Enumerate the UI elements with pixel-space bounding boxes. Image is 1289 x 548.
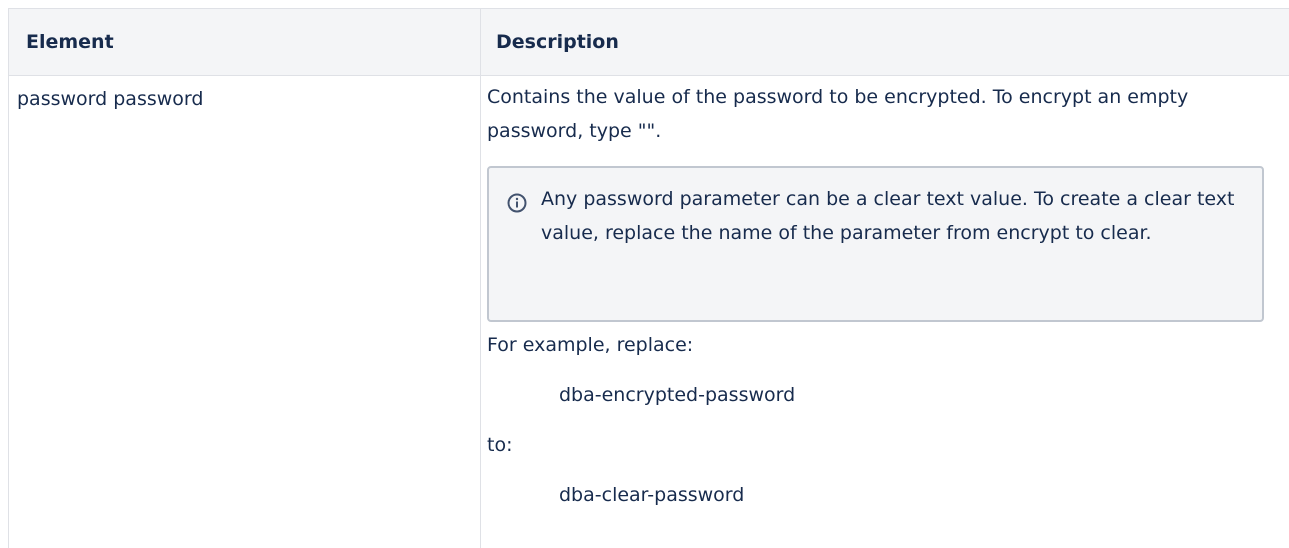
header-description: Description (496, 31, 619, 53)
column-divider (480, 9, 481, 548)
example-from: dba-encrypted-password (559, 384, 796, 406)
description-intro: Contains the value of the password to be… (487, 86, 1189, 142)
example-label: For example, replace: (487, 334, 694, 356)
table-header: Element Description (9, 9, 1289, 76)
example-to: dba-clear-password (559, 484, 745, 506)
element-cell: password password (17, 88, 204, 110)
info-panel-text: Any password parameter can be a clear te… (541, 188, 1235, 244)
to-label: to: (487, 434, 513, 456)
info-panel: Any password parameter can be a clear te… (487, 166, 1264, 322)
info-icon (507, 193, 527, 213)
description-cell: Contains the value of the password to be… (487, 80, 1272, 148)
header-element: Element (26, 31, 114, 53)
